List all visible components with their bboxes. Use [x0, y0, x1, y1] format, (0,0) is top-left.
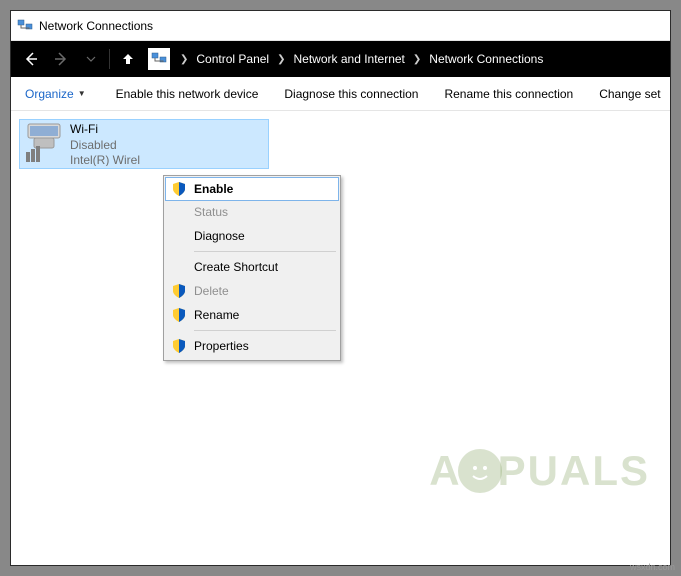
back-button[interactable]: [17, 45, 45, 73]
menu-properties[interactable]: Properties: [166, 334, 338, 358]
change-settings-button[interactable]: Change set: [597, 83, 662, 105]
window-frame: Network Connections ❯ Control Panel ❯ Ne: [10, 10, 671, 566]
menu-delete-label: Delete: [194, 284, 229, 298]
menu-create-shortcut[interactable]: Create Shortcut: [166, 255, 338, 279]
adapter-item-wifi[interactable]: Wi-Fi Disabled Intel(R) Wirel: [19, 119, 269, 169]
forward-button[interactable]: [47, 45, 75, 73]
image-credit: wsxdn.com: [630, 562, 675, 572]
menu-separator: [194, 251, 336, 252]
breadcrumb: ❯ Control Panel ❯ Network and Internet ❯…: [178, 48, 549, 70]
up-button[interactable]: [114, 45, 142, 73]
menu-diagnose[interactable]: Diagnose: [166, 224, 338, 248]
menu-status-label: Status: [194, 205, 228, 219]
address-bar-icon[interactable]: [148, 48, 170, 70]
menu-status: Status: [166, 200, 338, 224]
window-title: Network Connections: [39, 19, 153, 33]
adapter-name: Wi-Fi: [70, 122, 140, 138]
nav-bar: ❯ Control Panel ❯ Network and Internet ❯…: [11, 41, 670, 77]
menu-create-shortcut-label: Create Shortcut: [194, 260, 278, 274]
organize-menu[interactable]: Organize ▼: [19, 83, 92, 105]
menu-diagnose-label: Diagnose: [194, 229, 245, 243]
enable-device-button[interactable]: Enable this network device: [114, 83, 261, 105]
adapter-status: Disabled: [70, 138, 140, 154]
chevron-right-icon[interactable]: ❯: [411, 54, 423, 65]
breadcrumb-network-connections[interactable]: Network Connections: [423, 48, 549, 70]
organize-label: Organize: [25, 87, 74, 101]
context-menu: Enable Status Diagnose Create Shortcut D…: [163, 175, 341, 361]
watermark-face-icon: [458, 449, 502, 493]
menu-rename-label: Rename: [194, 308, 239, 322]
recent-locations-button[interactable]: [77, 45, 105, 73]
watermark-logo: A PUALS: [429, 447, 650, 495]
menu-enable[interactable]: Enable: [165, 177, 339, 201]
menu-rename[interactable]: Rename: [166, 303, 338, 327]
nav-separator: [109, 49, 110, 69]
titlebar[interactable]: Network Connections: [11, 11, 670, 41]
menu-separator: [194, 330, 336, 331]
network-connections-icon: [17, 18, 33, 34]
adapter-device: Intel(R) Wirel: [70, 153, 140, 166]
menu-delete: Delete: [166, 279, 338, 303]
diagnose-connection-button[interactable]: Diagnose this connection: [282, 83, 420, 105]
adapter-text: Wi-Fi Disabled Intel(R) Wirel: [70, 122, 140, 166]
shield-icon: [170, 337, 188, 355]
dropdown-arrow-icon: ▼: [78, 89, 86, 98]
shield-icon: [170, 282, 188, 300]
menu-properties-label: Properties: [194, 339, 249, 353]
command-bar: Organize ▼ Enable this network device Di…: [11, 77, 670, 111]
menu-enable-label: Enable: [194, 182, 233, 196]
breadcrumb-network-internet[interactable]: Network and Internet: [288, 48, 411, 70]
wifi-adapter-icon: [24, 122, 64, 166]
shield-icon: [170, 306, 188, 324]
shield-icon: [170, 180, 188, 198]
rename-connection-button[interactable]: Rename this connection: [442, 83, 575, 105]
chevron-right-icon[interactable]: ❯: [275, 54, 287, 65]
chevron-right-icon[interactable]: ❯: [178, 54, 190, 65]
breadcrumb-control-panel[interactable]: Control Panel: [190, 48, 275, 70]
